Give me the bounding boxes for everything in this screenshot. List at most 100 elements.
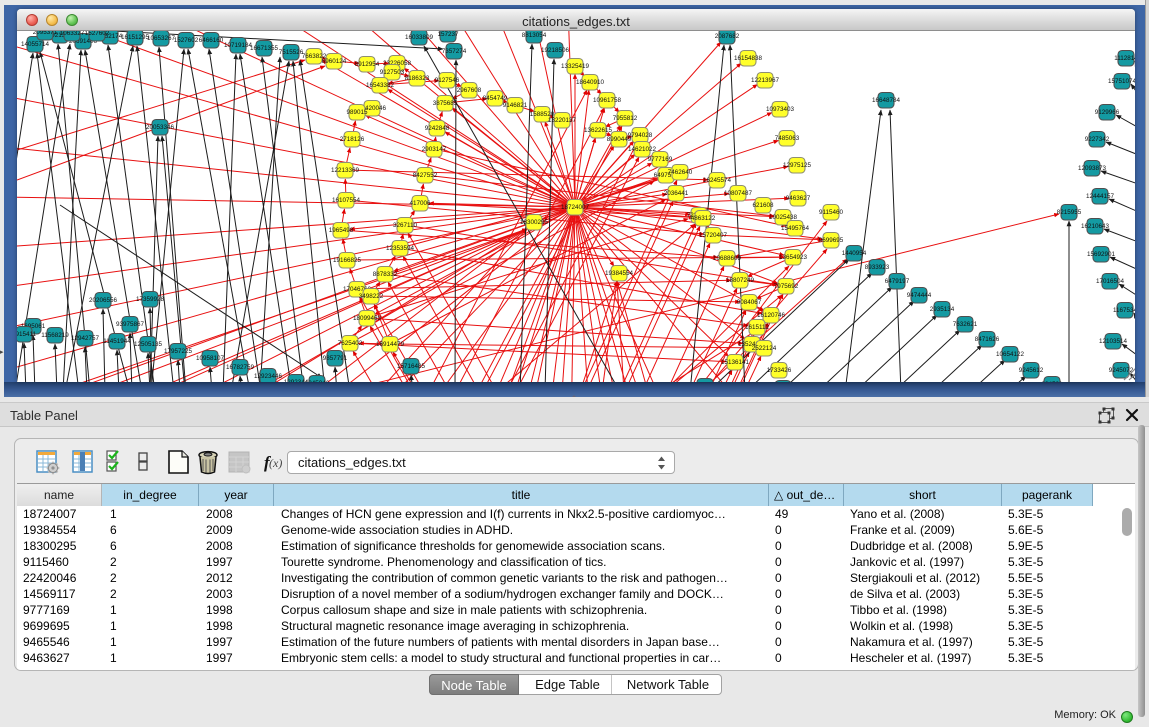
svg-text:9794028: 9794028: [628, 132, 653, 139]
svg-text:1245046: 1245046: [305, 380, 330, 382]
svg-text:15692901: 15692901: [1087, 251, 1116, 258]
svg-text:989015: 989015: [346, 109, 368, 116]
svg-text:10719184: 10719184: [224, 42, 253, 49]
svg-text:14621022: 14621022: [628, 146, 657, 153]
svg-text:3498222: 3498222: [359, 293, 384, 300]
svg-text:9242848: 9242848: [425, 125, 450, 132]
svg-text:16245574: 16245574: [703, 177, 732, 184]
svg-text:12975125: 12975125: [783, 162, 812, 169]
svg-text:8878332: 8878332: [373, 271, 398, 278]
svg-text:9777169: 9777169: [648, 156, 673, 163]
svg-text:1527602: 1527602: [85, 31, 110, 37]
svg-text:2522124: 2522124: [752, 345, 777, 352]
svg-text:16671355: 16671355: [250, 45, 279, 52]
svg-text:13220137: 13220137: [548, 117, 577, 124]
svg-text:16154838: 16154838: [734, 55, 763, 62]
svg-text:7357274: 7357274: [442, 48, 467, 55]
svg-text:11568219: 11568219: [41, 332, 69, 339]
svg-text:18099469: 18099469: [353, 315, 382, 322]
svg-text:18300295: 18300295: [520, 219, 549, 226]
svg-text:9474444: 9474444: [907, 292, 932, 299]
svg-text:10807487: 10807487: [724, 190, 753, 197]
svg-text:2087682: 2087682: [715, 33, 740, 40]
svg-text:16648784: 16648784: [872, 97, 901, 104]
svg-text:9857791: 9857791: [323, 355, 348, 362]
svg-text:2036441: 2036441: [664, 190, 689, 197]
svg-text:10688609: 10688609: [713, 255, 742, 262]
svg-text:8813054: 8813054: [522, 32, 547, 39]
svg-text:19384554: 19384554: [605, 270, 634, 277]
svg-text:16210643: 16210643: [1081, 223, 1110, 230]
svg-text:6466160: 6466160: [199, 37, 224, 44]
svg-text:12103514: 12103514: [1099, 338, 1128, 345]
svg-text:16120746: 16120746: [757, 312, 786, 319]
svg-text:7632621: 7632621: [953, 321, 978, 328]
svg-text:1615112: 1615112: [745, 324, 770, 331]
svg-text:12505135: 12505135: [134, 341, 163, 348]
svg-text:10654122: 10654122: [996, 351, 1025, 358]
svg-text:9127503: 9127503: [380, 69, 405, 76]
svg-text:10653267: 10653267: [147, 35, 176, 42]
svg-text:10961758: 10961758: [593, 97, 622, 104]
svg-text:2967608: 2967608: [457, 87, 482, 94]
svg-text:621608: 621608: [752, 202, 774, 209]
svg-text:16033809: 16033809: [405, 34, 434, 41]
svg-text:1063327: 1063327: [60, 31, 85, 37]
svg-text:12093873: 12093873: [1078, 165, 1107, 172]
svg-text:924501: 924501: [1041, 381, 1063, 382]
svg-text:8186323: 8186323: [405, 75, 430, 82]
svg-text:8960124: 8960124: [322, 58, 347, 65]
svg-text:12353594: 12353594: [386, 245, 415, 252]
svg-text:16914479: 16914479: [376, 341, 405, 348]
svg-text:20206556: 20206556: [89, 297, 118, 304]
svg-text:12213967: 12213967: [751, 77, 780, 84]
svg-text:9084067: 9084067: [737, 299, 762, 306]
svg-text:13622615: 13622615: [584, 127, 613, 134]
svg-text:11451944: 11451944: [103, 338, 131, 345]
svg-text:6479197: 6479197: [885, 278, 910, 285]
svg-text:9127546: 9127546: [435, 77, 460, 84]
svg-text:8933923: 8933923: [865, 264, 890, 271]
svg-text:9227342: 9227342: [1085, 136, 1110, 143]
svg-text:2903147: 2903147: [422, 146, 447, 153]
svg-text:9699695: 9699695: [819, 237, 844, 244]
svg-text:16782759: 16782759: [226, 364, 255, 371]
svg-text:7975692: 7975692: [774, 283, 799, 290]
svg-text:1965498: 1965498: [329, 227, 354, 234]
svg-text:417006: 417006: [409, 200, 431, 207]
svg-text:3875685: 3875685: [433, 100, 458, 107]
svg-text:1527602: 1527602: [174, 37, 199, 44]
svg-text:12923446: 12923446: [254, 373, 283, 380]
svg-text:17359928: 17359928: [136, 296, 165, 303]
svg-text:1733426: 1733426: [767, 367, 792, 374]
svg-text:9115460: 9115460: [819, 209, 844, 216]
svg-text:7485063: 7485063: [775, 135, 800, 142]
svg-text:14055714: 14055714: [21, 41, 50, 48]
svg-text:20053346: 20053346: [146, 124, 175, 131]
svg-text:15751074: 15751074: [1108, 78, 1135, 85]
svg-text:18807249: 18807249: [726, 277, 755, 284]
svg-text:2718126: 2718126: [340, 136, 365, 143]
svg-text:1112814: 1112814: [1114, 55, 1135, 62]
svg-text:13325419: 13325419: [561, 63, 590, 70]
svg-text:1167534: 1167534: [1113, 307, 1135, 314]
svg-text:157237: 157237: [437, 31, 459, 38]
svg-text:9146821: 9146821: [503, 102, 528, 109]
svg-text:19218506: 19218506: [541, 47, 570, 54]
svg-text:1440954: 1440954: [842, 250, 867, 257]
svg-text:9129966: 9129966: [1095, 109, 1120, 116]
svg-text:7625402: 7625402: [338, 340, 363, 347]
svg-text:15495764: 15495764: [781, 225, 810, 232]
svg-text:8471626: 8471626: [975, 336, 1000, 343]
svg-text:7515526: 7515526: [279, 49, 304, 56]
svg-text:12942757: 12942757: [71, 335, 100, 342]
svg-text:18724007: 18724007: [561, 204, 590, 211]
svg-text:10958107: 10958107: [196, 355, 225, 362]
svg-text:8427552: 8427552: [413, 172, 438, 179]
svg-text:19166825: 19166825: [333, 257, 362, 264]
svg-text:3267110: 3267110: [393, 222, 418, 229]
svg-text:2935134: 2935134: [930, 306, 955, 313]
svg-text:4863122: 4863122: [691, 215, 716, 222]
svg-text:8215955: 8215955: [1057, 209, 1082, 216]
svg-text:93975867: 93975867: [116, 321, 145, 328]
